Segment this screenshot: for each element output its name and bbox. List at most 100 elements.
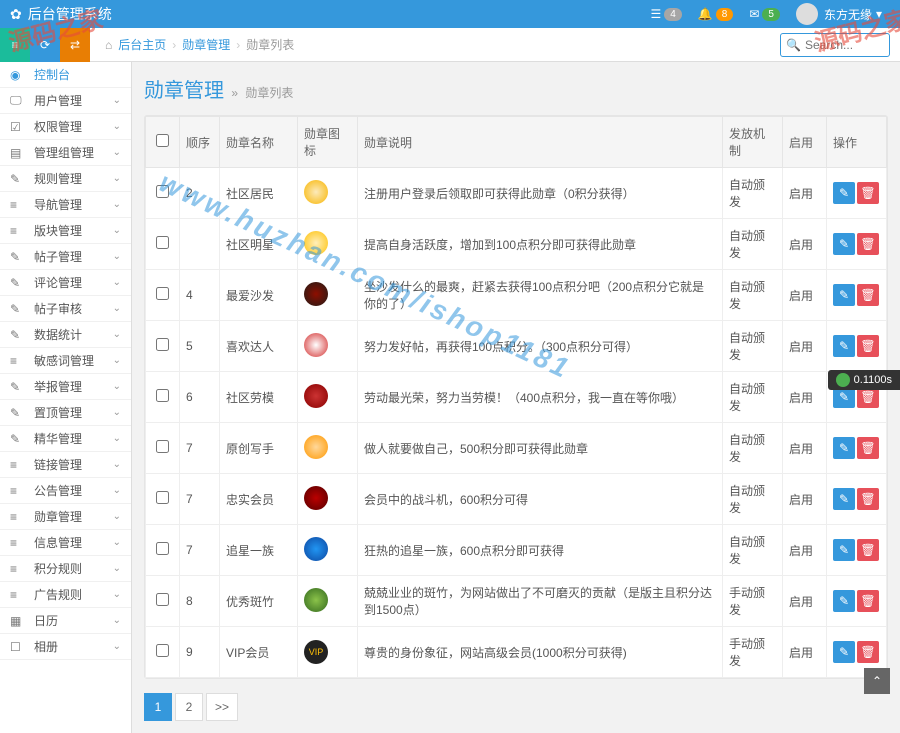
sidebar-item-5[interactable]: ≡导航管理⌄ (0, 192, 131, 218)
sidebar-item-8[interactable]: ✎评论管理⌄ (0, 270, 131, 296)
delete-button[interactable]: 🗑 (857, 539, 879, 561)
sidebar-item-2[interactable]: ☑权限管理⌄ (0, 114, 131, 140)
sidebar-item-1[interactable]: 🖵用户管理⌄ (0, 88, 131, 114)
edit-button[interactable]: ✎ (833, 488, 855, 510)
sidebar-item-14[interactable]: ✎精华管理⌄ (0, 426, 131, 452)
sidebar-item-12[interactable]: ✎举报管理⌄ (0, 374, 131, 400)
delete-button[interactable]: 🗑 (857, 335, 879, 357)
page-title: 勋章管理 (144, 80, 224, 102)
cell-desc: 劳动最光荣，努力当劳模！（400点积分，我一直在等你哦） (358, 372, 723, 423)
chevron-down-icon: ⌄ (113, 303, 121, 314)
th-mechanism: 发放机制 (723, 117, 783, 168)
sidebar-item-18[interactable]: ≡信息管理⌄ (0, 530, 131, 556)
delete-button[interactable]: 🗑 (857, 590, 879, 612)
sidebar-item-label: 敏感词管理 (34, 352, 113, 369)
chevron-down-icon: ⌄ (113, 199, 121, 210)
user-menu[interactable]: 东方无缘 ▾ (788, 0, 890, 28)
menu-toggle-button[interactable]: ≡ (0, 28, 30, 62)
sidebar-item-17[interactable]: ≡勋章管理⌄ (0, 504, 131, 530)
row-checkbox[interactable] (156, 389, 169, 402)
sidebar-item-3[interactable]: ▤管理组管理⌄ (0, 140, 131, 166)
refresh-button[interactable]: ⟳ (30, 28, 60, 62)
sidebar-item-7[interactable]: ✎帖子管理⌄ (0, 244, 131, 270)
breadcrumb-mid[interactable]: 勋章管理 (182, 36, 230, 53)
page-subtitle: 勋章列表 (245, 86, 293, 100)
sidebar-item-16[interactable]: ≡公告管理⌄ (0, 478, 131, 504)
mail-icon: ✉ (749, 7, 759, 21)
sidebar-icon: ✎ (10, 432, 26, 446)
edit-button[interactable]: ✎ (833, 539, 855, 561)
row-checkbox[interactable] (156, 236, 169, 249)
edit-button[interactable]: ✎ (833, 437, 855, 459)
page-2-button[interactable]: 2 (175, 693, 203, 721)
badge-icon (304, 333, 328, 357)
row-checkbox[interactable] (156, 644, 169, 657)
sidebar-item-label: 控制台 (34, 66, 121, 83)
sidebar-icon: ≡ (10, 536, 26, 550)
sidebar-item-19[interactable]: ≡积分规则⌄ (0, 556, 131, 582)
sidebar-item-10[interactable]: ✎数据统计⌄ (0, 322, 131, 348)
sidebar-item-13[interactable]: ✎置顶管理⌄ (0, 400, 131, 426)
chevron-down-icon: ⌄ (113, 589, 121, 600)
row-checkbox[interactable] (156, 593, 169, 606)
delete-button[interactable]: 🗑 (857, 488, 879, 510)
chevron-down-icon: ⌄ (113, 147, 121, 158)
row-checkbox[interactable] (156, 440, 169, 453)
row-checkbox[interactable] (156, 338, 169, 351)
cell-icon (298, 372, 358, 423)
sidebar-item-label: 信息管理 (34, 534, 113, 551)
delete-button[interactable]: 🗑 (857, 284, 879, 306)
sliders-icon: ⇄ (70, 38, 80, 52)
row-checkbox[interactable] (156, 185, 169, 198)
sidebar-item-label: 权限管理 (34, 118, 113, 135)
edit-button[interactable]: ✎ (833, 641, 855, 663)
chevron-down-icon: ⌄ (113, 251, 121, 262)
refresh-icon: ⟳ (40, 38, 50, 52)
select-all-checkbox[interactable] (156, 134, 169, 147)
debug-timer: 0.1100s (828, 370, 900, 390)
sidebar-item-15[interactable]: ≡链接管理⌄ (0, 452, 131, 478)
row-checkbox[interactable] (156, 491, 169, 504)
notif-list[interactable]: ☰ 4 (642, 0, 689, 28)
edit-button[interactable]: ✎ (833, 284, 855, 306)
cell-order: 9 (180, 627, 220, 678)
sidebar-item-label: 链接管理 (34, 456, 113, 473)
home-icon: ⌂ (105, 38, 112, 52)
edit-button[interactable]: ✎ (833, 233, 855, 255)
edit-button[interactable]: ✎ (833, 335, 855, 357)
page-1-button[interactable]: 1 (144, 693, 172, 721)
delete-button[interactable]: 🗑 (857, 437, 879, 459)
trash-icon: 🗑 (860, 186, 875, 200)
delete-button[interactable]: 🗑 (857, 641, 879, 663)
delete-button[interactable]: 🗑 (857, 233, 879, 255)
breadcrumb-home[interactable]: 后台主页 (118, 36, 166, 53)
row-checkbox[interactable] (156, 287, 169, 300)
page-next-button[interactable]: >> (206, 693, 238, 721)
sidebar-item-label: 广告规则 (34, 586, 113, 603)
sidebar-item-20[interactable]: ≡广告规则⌄ (0, 582, 131, 608)
sidebar-item-0[interactable]: ◉控制台 (0, 62, 131, 88)
notif-bell[interactable]: 🔔 8 (690, 0, 742, 28)
notif-bell-count: 8 (716, 8, 734, 21)
cell-enable: 启用 (783, 372, 827, 423)
cell-action: ✎🗑 (827, 168, 887, 219)
chevron-down-icon: ⌄ (113, 225, 121, 236)
sidebar-item-4[interactable]: ✎规则管理⌄ (0, 166, 131, 192)
cell-action: ✎🗑 (827, 525, 887, 576)
edit-button[interactable]: ✎ (833, 182, 855, 204)
sidebar-item-22[interactable]: ☐相册⌄ (0, 634, 131, 660)
notif-list-count: 4 (664, 8, 682, 21)
sidebar-item-11[interactable]: ≡敏感词管理⌄ (0, 348, 131, 374)
breadcrumb-current: 勋章列表 (246, 36, 294, 53)
sidebar-item-9[interactable]: ✎帖子审核⌄ (0, 296, 131, 322)
back-to-top-button[interactable]: ⌃ (864, 668, 890, 694)
settings-button[interactable]: ⇄ (60, 28, 90, 62)
trash-icon: 🗑 (860, 339, 875, 353)
table-row: 7忠实会员会员中的战斗机，600积分可得自动颁发启用✎🗑 (146, 474, 887, 525)
edit-button[interactable]: ✎ (833, 590, 855, 612)
sidebar-item-6[interactable]: ≡版块管理⌄ (0, 218, 131, 244)
row-checkbox[interactable] (156, 542, 169, 555)
notif-mail[interactable]: ✉ 5 (741, 0, 788, 28)
delete-button[interactable]: 🗑 (857, 182, 879, 204)
sidebar-item-21[interactable]: ▦日历⌄ (0, 608, 131, 634)
